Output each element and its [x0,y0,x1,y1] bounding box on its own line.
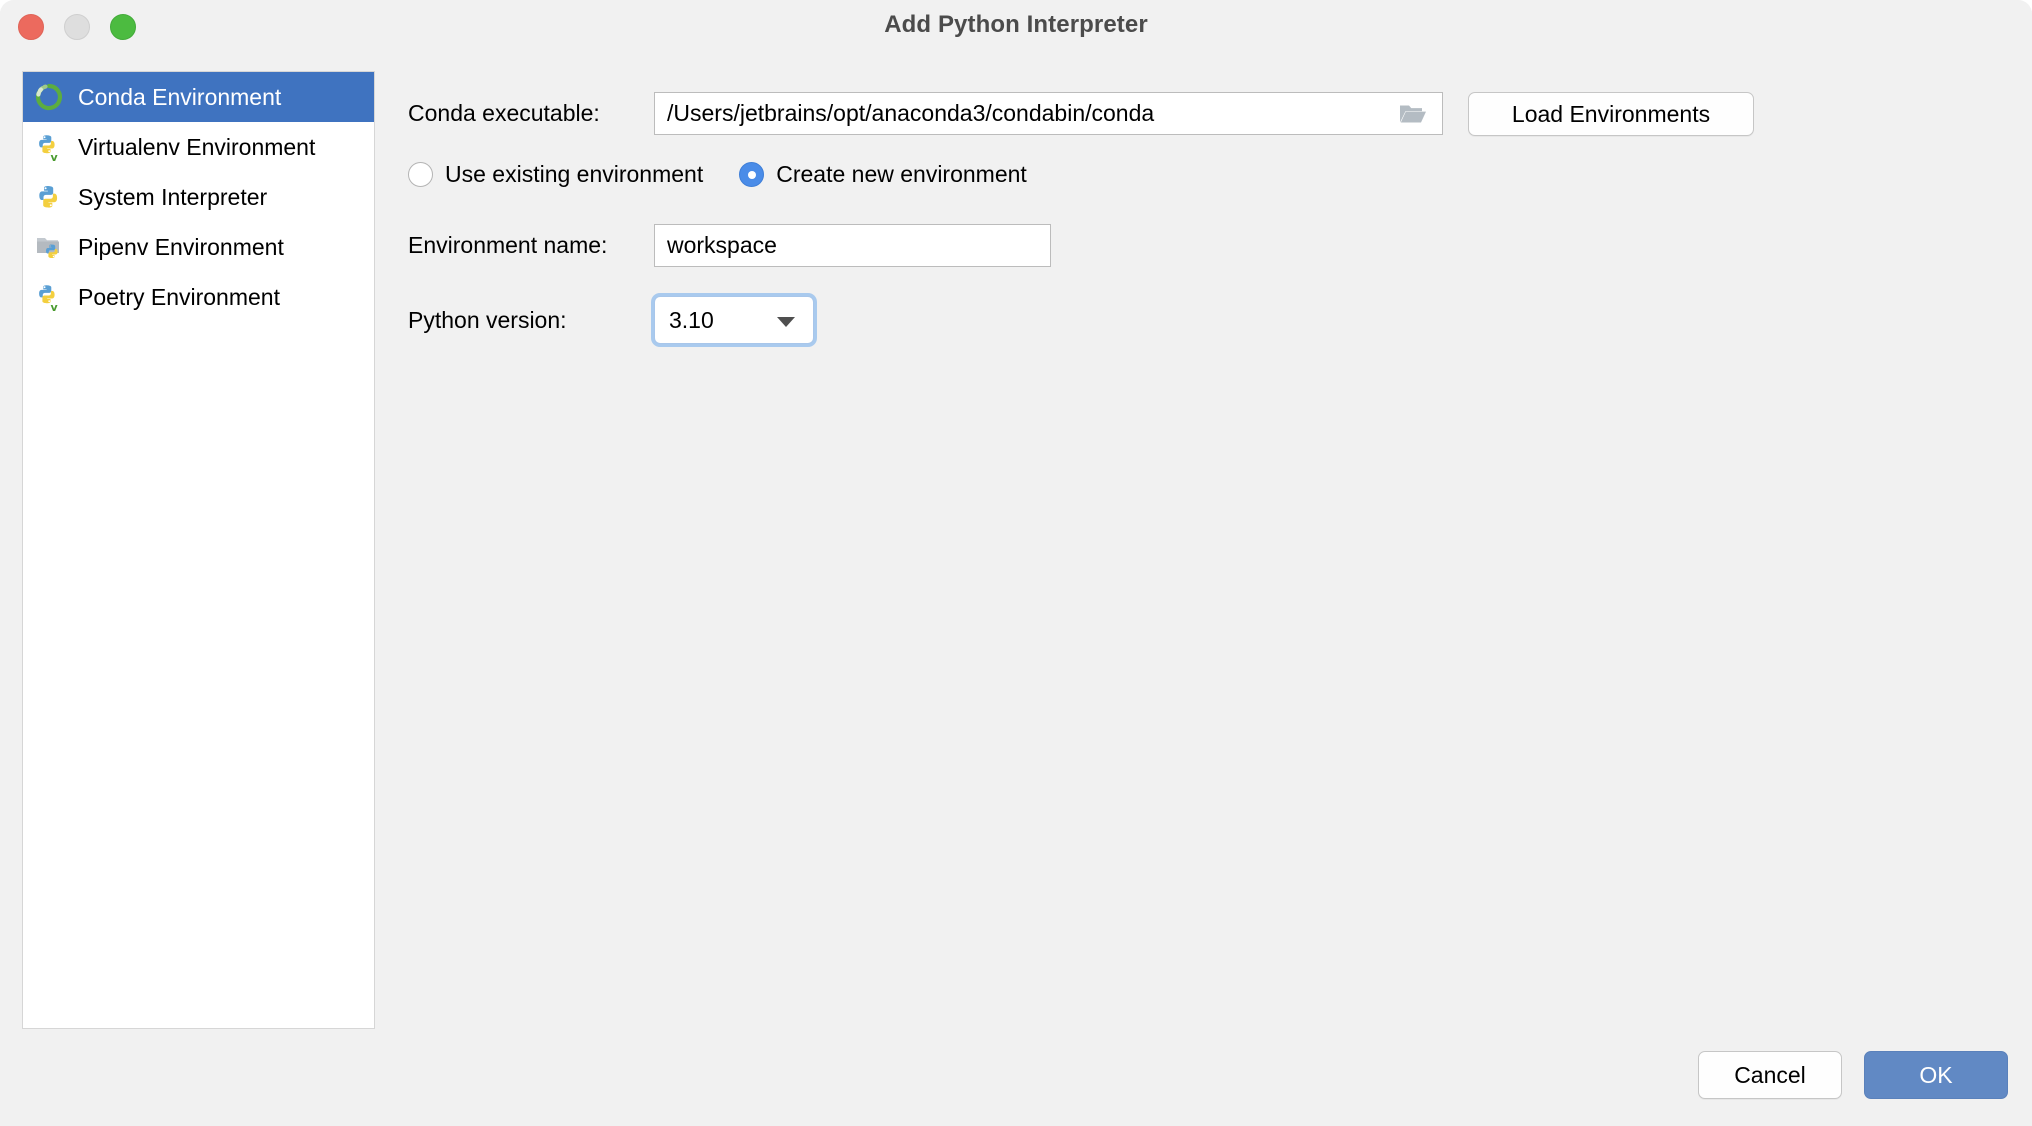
python-version-select[interactable]: 3.10 [654,296,814,344]
ok-button[interactable]: OK [1864,1051,2008,1099]
svg-text:v: v [51,151,59,162]
radio-mark [739,162,765,187]
sidebar-item-poetry-environment[interactable]: v Poetry Environment [23,272,374,322]
environment-name-label: Environment name: [408,232,608,258]
radio-mark [408,162,433,187]
conda-icon [34,82,64,112]
page-title: Add Python Interpreter [884,11,1148,38]
radio-label: Use existing environment [445,161,704,187]
python-version-value: 3.10 [669,306,714,333]
radio-label: Create new environment [776,161,1027,187]
sidebar-item-label: Virtualenv Environment [78,133,316,160]
svg-text:v: v [51,301,59,312]
conda-executable-row: Conda executable: [408,92,1443,135]
interpreter-type-list[interactable]: Conda Environment v Virtualenv Environme… [22,71,375,1029]
folder-icon[interactable] [1384,93,1442,134]
sidebar-item-label: System Interpreter [78,183,268,210]
sidebar-item-pipenv-environment[interactable]: Pipenv Environment [23,222,374,272]
sidebar-item-label: Poetry Environment [78,283,280,310]
python-version-row: Python version: 3.10 [408,296,814,344]
radio-create-new-environment[interactable]: Create new environment [739,161,1027,188]
sidebar-item-virtualenv-environment[interactable]: v Virtualenv Environment [23,122,374,172]
sidebar-item-conda-environment[interactable]: Conda Environment [23,72,374,122]
dialog-footer: Cancel OK [1698,1051,2008,1099]
python-folder-icon [34,232,64,262]
python-venv-icon: v [34,132,64,162]
radio-use-existing-environment[interactable]: Use existing environment [408,161,703,188]
conda-executable-input[interactable] [654,92,1443,135]
python-icon [34,182,64,212]
title-bar: Add Python Interpreter [0,0,2032,57]
sidebar-item-label: Pipenv Environment [78,233,284,260]
cancel-button[interactable]: Cancel [1698,1051,1842,1099]
conda-executable-label: Conda executable: [408,100,600,126]
sidebar-item-label: Conda Environment [78,83,282,110]
python-venv-icon: v [34,282,64,312]
load-environments-button[interactable]: Load Environments [1468,92,1754,136]
python-version-label: Python version: [408,306,567,333]
conda-executable-field-wrapper [654,92,1443,135]
environment-name-input[interactable] [654,224,1051,267]
environment-mode-radio-group: Use existing environment Create new envi… [408,161,1063,188]
add-python-interpreter-dialog: Add Python Interpreter Conda Environment… [0,0,2032,1126]
sidebar-item-system-interpreter[interactable]: System Interpreter [23,172,374,222]
environment-name-row: Environment name: [408,224,1051,267]
chevron-down-icon [777,317,795,327]
